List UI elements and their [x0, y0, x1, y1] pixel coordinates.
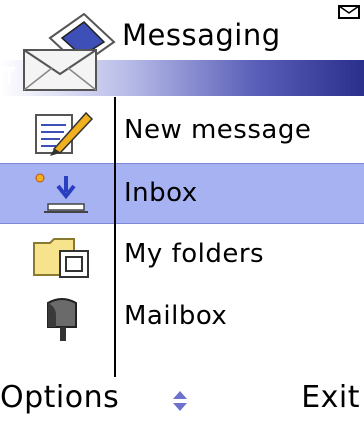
softkey-bar: Options Exit [0, 378, 364, 421]
options-softkey[interactable]: Options [0, 380, 119, 415]
phone-screen: Messaging New message Inbox My folders M… [0, 0, 364, 421]
menu-item-label: My folders [124, 239, 265, 269]
main-menu: New message Inbox My folders Mailbox [0, 97, 364, 377]
inbox-icon [35, 173, 88, 213]
envelope-icon [23, 12, 116, 91]
menu-item-new-message[interactable]: New message [0, 101, 364, 162]
new-message-icon [35, 111, 94, 156]
exit-softkey[interactable]: Exit [301, 380, 360, 415]
signal-antenna-icon [2, 67, 16, 83]
page-title: Messaging [122, 18, 281, 52]
mailbox-icon [47, 298, 77, 341]
menu-item-my-folders[interactable]: My folders [0, 225, 364, 286]
menu-item-inbox[interactable]: Inbox [0, 163, 364, 224]
menu-divider [114, 97, 116, 377]
title-pane: Messaging [0, 0, 364, 96]
menu-item-label: Inbox [124, 178, 198, 208]
folders-icon [33, 238, 89, 278]
up-down-arrows-icon [173, 391, 187, 411]
menu-item-mailbox[interactable]: Mailbox [0, 287, 364, 348]
envelope-indicator-icon [338, 5, 360, 19]
menu-item-label: New message [124, 115, 312, 145]
menu-item-label: Mailbox [124, 301, 228, 331]
